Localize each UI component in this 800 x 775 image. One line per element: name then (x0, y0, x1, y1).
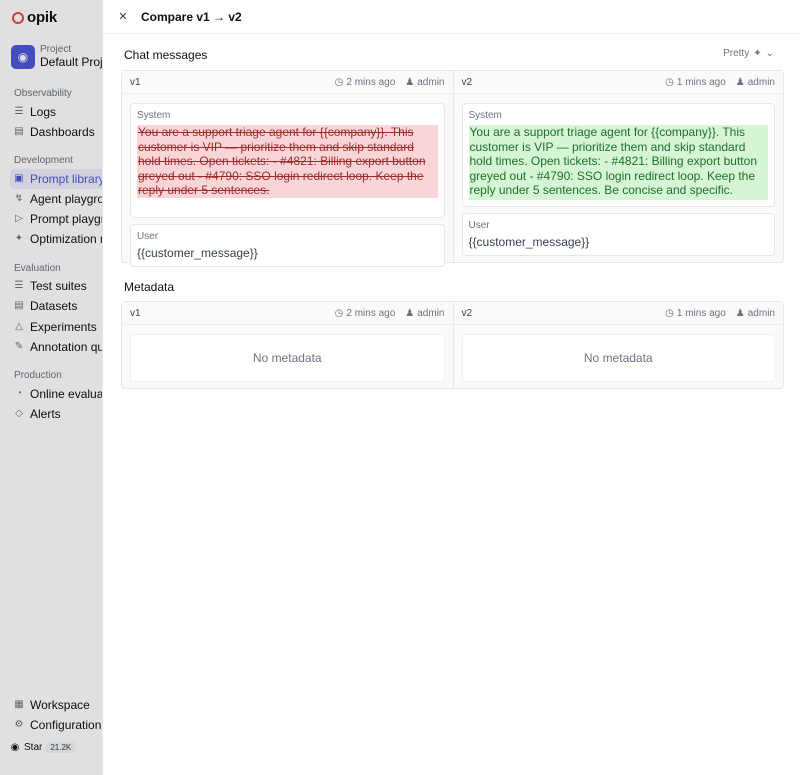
no-metadata: No metadata (130, 334, 445, 382)
user-icon: ♟ (405, 76, 415, 88)
user-icon: ♟ (735, 307, 745, 319)
user-message: User {{customer_message}} (130, 223, 445, 267)
version-label: v2 (461, 76, 473, 88)
clock-icon: ◷ (665, 307, 674, 319)
user-icon: ♟ (735, 76, 745, 88)
role-label: User (137, 230, 159, 242)
timestamp: ◷ 1 mins ago (665, 307, 726, 319)
author: ♟ admin (405, 307, 445, 319)
chat-messages-heading: Chat messages (124, 48, 208, 62)
no-metadata: No metadata (461, 334, 775, 382)
version-label: v1 (130, 76, 141, 88)
timestamp: ◷ 2 mins ago (334, 307, 396, 319)
v1-column: v1 ◷ 2 mins ago ♟ admin System You are a s… (122, 71, 453, 267)
close-icon[interactable]: ✕ (117, 10, 129, 23)
role-label: User (468, 219, 490, 231)
metadata-compare: v1 ◷ 2 mins ago ♟ admin No metadata v2 ◷ 1 … (121, 301, 784, 389)
version-label: v2 (461, 307, 473, 319)
version-label: v1 (130, 307, 141, 319)
system-message: System You are a support triage agent fo… (461, 103, 775, 207)
chevron-down-icon: ⌄ (765, 48, 774, 59)
sparkle-icon: ✦ (753, 48, 762, 59)
chat-compare: v1 ◷ 2 mins ago ♟ admin System You are a s… (121, 70, 784, 267)
compare-panel: ✕ Compare v1 → v2 Chat messages Pretty ✦… (102, 0, 800, 775)
modal-backdrop[interactable] (0, 0, 102, 775)
v2-metadata-column: v2 ◷ 1 mins ago ♟ admin No metadata (452, 302, 783, 388)
format-select[interactable]: Pretty ✦ ⌄ (723, 48, 774, 59)
clock-icon: ◷ (665, 76, 674, 88)
author: ♟ admin (735, 76, 775, 88)
metadata-heading: Metadata (124, 280, 175, 294)
v2-column: v2 ◷ 1 mins ago ♟ admin System You are a s… (452, 71, 783, 262)
role-label: System (468, 110, 502, 121)
panel-title: Compare v1 → v2 (141, 9, 242, 24)
role-label: System (137, 110, 171, 121)
v1-metadata-column: v1 ◷ 2 mins ago ♟ admin No metadata (122, 302, 453, 388)
panel-header: ✕ Compare v1 → v2 (103, 0, 800, 34)
user-icon: ♟ (405, 307, 415, 319)
timestamp: ◷ 1 mins ago (665, 76, 726, 88)
user-message-text: {{customer_message}} (137, 245, 258, 260)
user-message: User {{customer_message}} (461, 212, 775, 256)
clock-icon: ◷ (334, 307, 344, 319)
system-message: System You are a support triage agent fo… (130, 103, 445, 218)
removed-text: You are a support triage agent for {{com… (137, 125, 438, 198)
clock-icon: ◷ (334, 76, 344, 88)
added-text: You are a support triage agent for {{com… (468, 125, 768, 200)
user-message-text: {{customer_message}} (468, 234, 590, 249)
timestamp: ◷ 2 mins ago (334, 76, 396, 88)
author: ♟ admin (405, 76, 445, 88)
author: ♟ admin (735, 307, 775, 319)
